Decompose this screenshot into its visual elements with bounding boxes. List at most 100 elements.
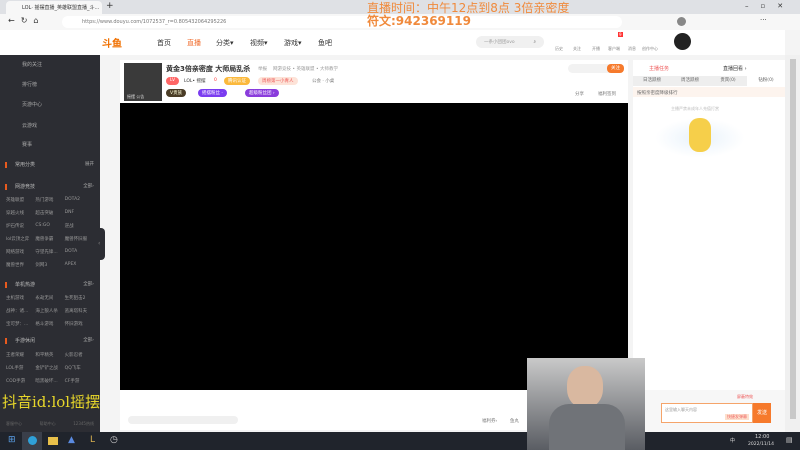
signin-button[interactable]: 福利签到 [598, 91, 616, 97]
page-scrollbar[interactable] [785, 55, 800, 432]
edge-icon[interactable] [22, 432, 42, 450]
game-link[interactable]: COD手游 [6, 378, 35, 384]
game-link[interactable]: 穿越火线 [6, 210, 35, 216]
nav-home[interactable]: 首页 [157, 38, 171, 48]
game-link[interactable]: 魔兽世界 [6, 262, 35, 268]
nav-game[interactable]: 游戏▾ [284, 38, 302, 48]
tab-replay[interactable]: 直播回看 › [723, 65, 747, 72]
game-link[interactable]: 英雄联盟 [6, 197, 35, 203]
more-icon[interactable]: ··· [760, 16, 767, 24]
game-link[interactable]: CF手游 [65, 378, 94, 384]
follow-link[interactable]: 关注 [573, 46, 581, 52]
share-button[interactable]: 分享 [575, 91, 584, 97]
game-link[interactable]: 逆战 [65, 223, 94, 229]
game-link[interactable]: CS:GO [35, 223, 64, 229]
client-link[interactable]: 客户端 [608, 46, 620, 52]
footer-link[interactable]: 12345热线 [73, 421, 94, 427]
new-tab-button[interactable]: + [106, 1, 114, 11]
notification-icon[interactable]: ▤ [786, 436, 793, 444]
explorer-icon[interactable] [48, 437, 58, 445]
game-link[interactable]: 火影忍者 [65, 352, 94, 358]
fans-badge[interactable]: 摇摆粉丝 · [198, 89, 227, 97]
game-link[interactable]: 魔兽争霸 [35, 236, 64, 242]
streamer-name[interactable]: LOL• 摇摆 [184, 78, 205, 84]
url-input[interactable]: https://www.douyu.com/1072537_r=0.805432… [62, 16, 622, 28]
tab-diamond-fans[interactable]: 钻粉(0) [747, 76, 785, 86]
game-link[interactable]: DOTA [65, 249, 94, 255]
game-link[interactable]: 王者荣耀 [6, 352, 35, 358]
ime-indicator[interactable]: 中 [730, 437, 735, 444]
search-input[interactable]: 一条小团团ovo ⌕ [476, 36, 544, 48]
nav-yuba[interactable]: 鱼吧 [318, 38, 332, 48]
expand-link[interactable]: 展开 [85, 161, 94, 167]
game-link[interactable]: 格斗游戏 [35, 321, 64, 327]
game-link[interactable]: 生死狙击2 [65, 295, 94, 301]
game-link[interactable]: 守望先锋... [35, 249, 64, 255]
game-link[interactable]: 海上狼人杀 [35, 308, 64, 314]
app-icon[interactable]: ◷ [110, 435, 118, 445]
nav-live[interactable]: 直播 [187, 38, 201, 48]
category-breadcrumb[interactable]: 网游竞技 • 英雄联盟 • 大师教学 [273, 66, 338, 72]
lol-icon[interactable]: L [90, 435, 95, 445]
browser-tab[interactable]: LOL· 摇摆直播_英雄联盟直播_斗... [6, 1, 102, 14]
follow-button[interactable]: 关注 [607, 64, 624, 73]
game-link[interactable]: 主机游戏 [6, 295, 35, 301]
logo[interactable]: 斗鱼 [102, 35, 122, 50]
streamer-avatar[interactable]: 摇摆 公告 [124, 63, 162, 101]
game-link[interactable]: 永劫无间 [35, 295, 64, 301]
report-link[interactable]: 举报 [258, 66, 267, 72]
game-link[interactable]: 宝可梦：... [6, 321, 35, 327]
nav-video[interactable]: 视频▾ [250, 38, 268, 48]
sidebar-item-esports[interactable]: 赛事 [0, 141, 100, 148]
sidebar-item-cloudgame[interactable]: 云游戏 [0, 122, 100, 129]
game-link[interactable]: 炉石传说 [6, 223, 35, 229]
game-link[interactable]: 剑网3 [35, 262, 64, 268]
message-link[interactable]: 消息 [628, 46, 636, 52]
game-link[interactable]: 和平精英 [35, 352, 64, 358]
app-icon[interactable]: ▲ [68, 435, 75, 445]
game-link[interactable]: 热门游戏 [35, 197, 64, 203]
game-link[interactable]: lol云顶之弈 [6, 236, 35, 242]
more-link[interactable]: 全部› [83, 183, 94, 189]
more-link[interactable]: 全部› [83, 337, 94, 343]
game-link[interactable]: DNF [65, 210, 94, 216]
sidebar-item-rank[interactable]: 排行榜 [0, 81, 100, 88]
game-link[interactable]: LOL手游 [6, 365, 35, 371]
game-link[interactable]: 暗黑破坏... [35, 378, 64, 384]
tab-vip[interactable]: 贵宾(0) [709, 76, 747, 86]
sidebar-item-follow[interactable]: 我的关注 [0, 61, 100, 68]
user-avatar[interactable] [674, 33, 691, 50]
clock-date[interactable]: 2022/11/14 [748, 442, 774, 447]
more-link[interactable]: 全部› [83, 281, 94, 287]
game-link[interactable]: 金铲铲之战 [35, 365, 64, 371]
chat-input[interactable]: 这里输入聊天内容 快捷发弹幕 [661, 403, 753, 423]
start-icon[interactable]: ⊞ [8, 435, 16, 445]
game-link[interactable]: 战神：诸... [6, 308, 35, 314]
send-button[interactable]: 发送 [753, 403, 771, 423]
game-link[interactable]: APEX [65, 262, 94, 268]
quick-danmu-button[interactable]: 快捷发弹幕 [725, 414, 749, 420]
sidebar-item-webgame[interactable]: 页游中心 [0, 101, 100, 108]
welfare-link[interactable]: 福利券› [482, 418, 497, 424]
game-link[interactable]: 网络游戏 [6, 249, 35, 255]
window-controls[interactable]: –▫✕ [745, 2, 795, 10]
profile-icon[interactable] [677, 17, 686, 26]
creator-link[interactable]: 创作中心 [642, 46, 658, 52]
clock-time[interactable]: 12:00 [755, 434, 769, 440]
tab-streamer-task[interactable]: 主播任务 [649, 65, 669, 72]
search-icon[interactable]: ⌕ [533, 39, 536, 45]
game-link[interactable]: 怀旧游戏 [65, 321, 94, 327]
fishball-link[interactable]: 鱼丸 [510, 418, 519, 424]
tab-daily-rank[interactable]: 日活跃榜 [633, 76, 671, 86]
fans-club-button[interactable]: 超级粉丝团 › [245, 89, 279, 97]
video-player[interactable] [120, 103, 628, 390]
block-effects-toggle[interactable]: 屏蔽特效 [737, 394, 753, 400]
nav-buttons[interactable]: ←↻⌂ [8, 16, 44, 25]
game-link[interactable]: QQ飞车 [65, 365, 94, 371]
broadcast-link[interactable]: 开播 [592, 46, 600, 52]
sidebar-collapse-button[interactable]: ‹ [98, 228, 105, 260]
nav-category[interactable]: 分类▾ [216, 38, 234, 48]
history-link[interactable]: 历史 [555, 46, 563, 52]
game-link[interactable]: 逃离塔科夫 [65, 308, 94, 314]
tab-weekly-rank[interactable]: 周活跃榜 [671, 76, 709, 86]
